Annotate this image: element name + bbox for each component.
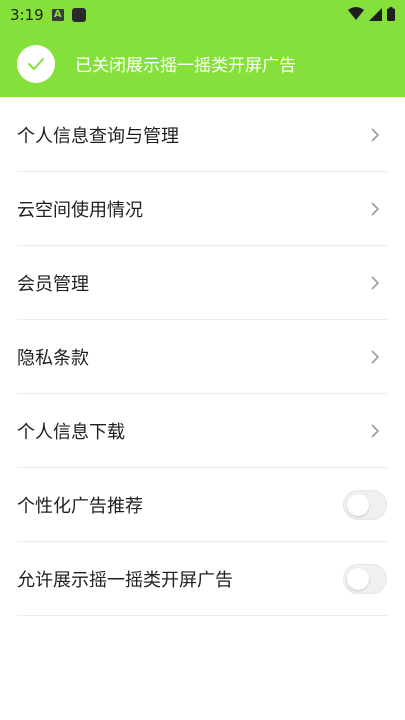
menu-item-privacy-terms[interactable]: 隐私条款 [17,320,388,394]
menu-item-label: 会员管理 [17,273,89,295]
menu-item-personalized-ads: 个性化广告推荐 [17,468,388,542]
toggle-knob [347,493,369,516]
notification-app-icon: A [51,9,64,21]
menu-item-label: 允许展示摇一摇类开屏广告 [17,569,233,591]
chevron-right-icon [371,349,379,364]
shake-ads-toggle[interactable] [343,563,387,594]
menu-item-info-download[interactable]: 个人信息下载 [17,394,388,468]
status-time: 3:19 [10,6,44,24]
personalized-ads-toggle[interactable] [343,489,387,520]
settings-menu: 个人信息查询与管理 云空间使用情况 会员管理 隐私条款 个人信息下载 个性化广告… [17,98,388,616]
toast-banner: 已关闭展示摇一摇类开屏广告 [0,30,405,97]
signal-icon [369,7,382,21]
status-icons [348,7,395,21]
menu-item-cloud-space[interactable]: 云空间使用情况 [17,172,388,246]
chevron-right-icon [371,423,379,438]
menu-item-label: 个性化广告推荐 [17,495,143,517]
menu-item-membership[interactable]: 会员管理 [17,246,388,320]
menu-item-shake-ads: 允许展示摇一摇类开屏广告 [17,542,388,616]
banner-message: 已关闭展示摇一摇类开屏广告 [75,56,296,76]
notification-square-icon [71,8,86,22]
menu-item-label: 个人信息下载 [17,421,125,443]
chevron-right-icon [371,275,379,290]
chevron-right-icon [371,127,379,142]
battery-icon [387,7,395,21]
menu-item-label: 个人信息查询与管理 [17,125,179,147]
toggle-knob [347,567,369,590]
check-icon [28,57,44,70]
menu-item-personal-info[interactable]: 个人信息查询与管理 [17,98,388,172]
menu-item-label: 隐私条款 [17,347,89,369]
wifi-icon [348,7,364,20]
menu-item-label: 云空间使用情况 [17,199,143,221]
chevron-right-icon [371,201,379,216]
status-bar: 3:19 A [0,0,405,30]
check-circle [17,44,55,83]
